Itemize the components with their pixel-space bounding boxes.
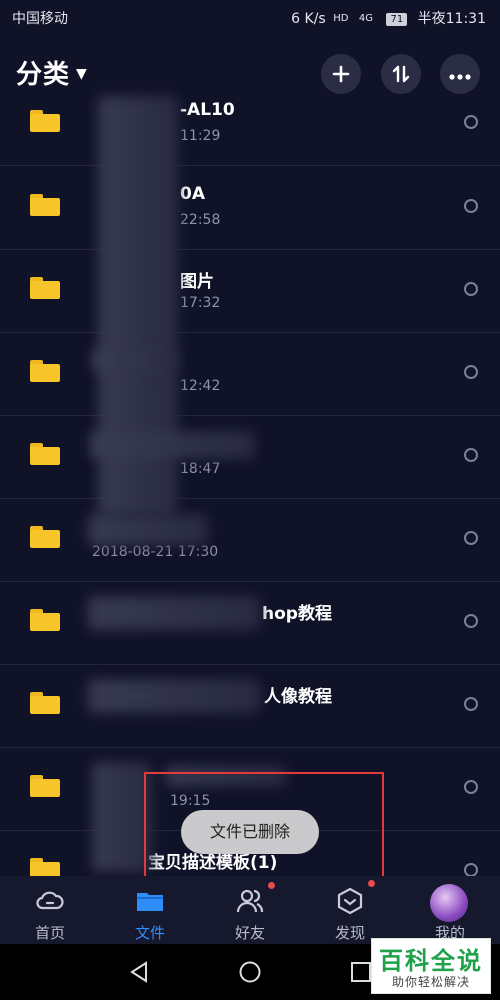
file-row[interactable]: 2018-08-21 17:30 [0, 498, 500, 582]
folder-icon [30, 692, 60, 714]
select-radio[interactable] [464, 448, 478, 462]
file-name: 0A [180, 184, 205, 204]
network-type: 4G [358, 13, 373, 24]
recent-apps-icon[interactable] [350, 960, 372, 984]
file-date: 11:29 [180, 128, 221, 144]
file-name: -AL10 [180, 100, 235, 120]
privacy-blur [92, 348, 176, 372]
status-right: 6 K/s HD 4G 71 半夜11:31 [291, 8, 486, 28]
folder-icon [30, 526, 60, 548]
select-radio[interactable] [464, 697, 478, 711]
file-date: 2018-08-21 17:30 [92, 544, 219, 560]
select-radio[interactable] [464, 780, 478, 794]
file-row[interactable]: 0A 22:58 [0, 166, 500, 250]
tab-label: 文件 [134, 924, 165, 942]
carrier-label: 中国移动 [12, 11, 68, 27]
file-name: hop教程 [262, 604, 332, 624]
caret-down-icon: ▼ [76, 66, 88, 82]
file-row[interactable]: 12:42 [0, 332, 500, 416]
file-name: 图片 [180, 272, 214, 292]
folder-icon [30, 277, 60, 299]
select-radio[interactable] [464, 199, 478, 213]
clock: 半夜11:31 [417, 11, 486, 27]
select-radio[interactable] [464, 531, 478, 545]
bottom-tab-bar: 首页 文件 好友 发现 我的 [0, 876, 500, 944]
select-radio[interactable] [464, 282, 478, 296]
select-radio[interactable] [464, 365, 478, 379]
battery-level: 71 [386, 13, 408, 26]
friends-icon [236, 889, 264, 913]
tab-friends[interactable]: 好友 [200, 876, 300, 944]
folder-icon [30, 858, 60, 876]
network-speed: 6 K/s [291, 11, 326, 27]
tab-files[interactable]: 文件 [100, 876, 200, 944]
cloud-icon [36, 891, 64, 910]
status-bar: 中国移动 6 K/s HD 4G 71 半夜11:31 [0, 0, 500, 36]
file-list: -AL10 11:29 0A 22:58 图片 17:32 12:42 18:4… [0, 86, 500, 876]
folder-icon [137, 893, 163, 911]
tab-label: 首页 [34, 924, 65, 942]
home-icon[interactable] [238, 960, 262, 984]
folder-icon [30, 360, 60, 382]
folder-icon [30, 609, 60, 631]
sort-icon [392, 65, 410, 83]
file-date: 22:58 [180, 212, 221, 228]
back-icon[interactable] [128, 960, 150, 984]
hd-badge: HD [333, 13, 349, 24]
watermark-logo: 百科全说 助你轻松解决 [371, 938, 491, 994]
watermark-subtitle: 助你轻松解决 [391, 975, 470, 989]
tab-home[interactable]: 首页 [0, 876, 100, 944]
file-date: 12:42 [180, 378, 221, 394]
discover-icon [337, 887, 363, 915]
watermark-title: 百科全说 [379, 947, 483, 975]
select-radio[interactable] [464, 614, 478, 628]
tab-discover[interactable]: 发现 [300, 876, 400, 944]
file-row[interactable]: -AL10 11:29 [0, 86, 500, 166]
avatar-icon [430, 884, 468, 922]
privacy-blur [88, 596, 260, 630]
file-row[interactable]: 图片 17:32 [0, 249, 500, 333]
more-icon [449, 74, 471, 80]
folder-icon [30, 775, 60, 797]
select-radio[interactable] [464, 863, 478, 876]
tab-me[interactable]: 我的 [400, 876, 500, 944]
folder-icon [30, 194, 60, 216]
tab-label: 好友 [234, 924, 265, 942]
file-name: 人像教程 [264, 687, 332, 707]
privacy-blur [88, 514, 208, 546]
folder-icon [30, 443, 60, 465]
file-date: 18:47 [180, 461, 221, 477]
privacy-blur [88, 679, 260, 713]
toast-message: 文件已删除 [181, 810, 319, 854]
plus-icon [332, 65, 350, 83]
privacy-blur [92, 762, 152, 872]
privacy-blur [90, 431, 255, 459]
folder-icon [30, 110, 60, 132]
file-date: 17:32 [180, 295, 221, 311]
select-radio[interactable] [464, 115, 478, 129]
